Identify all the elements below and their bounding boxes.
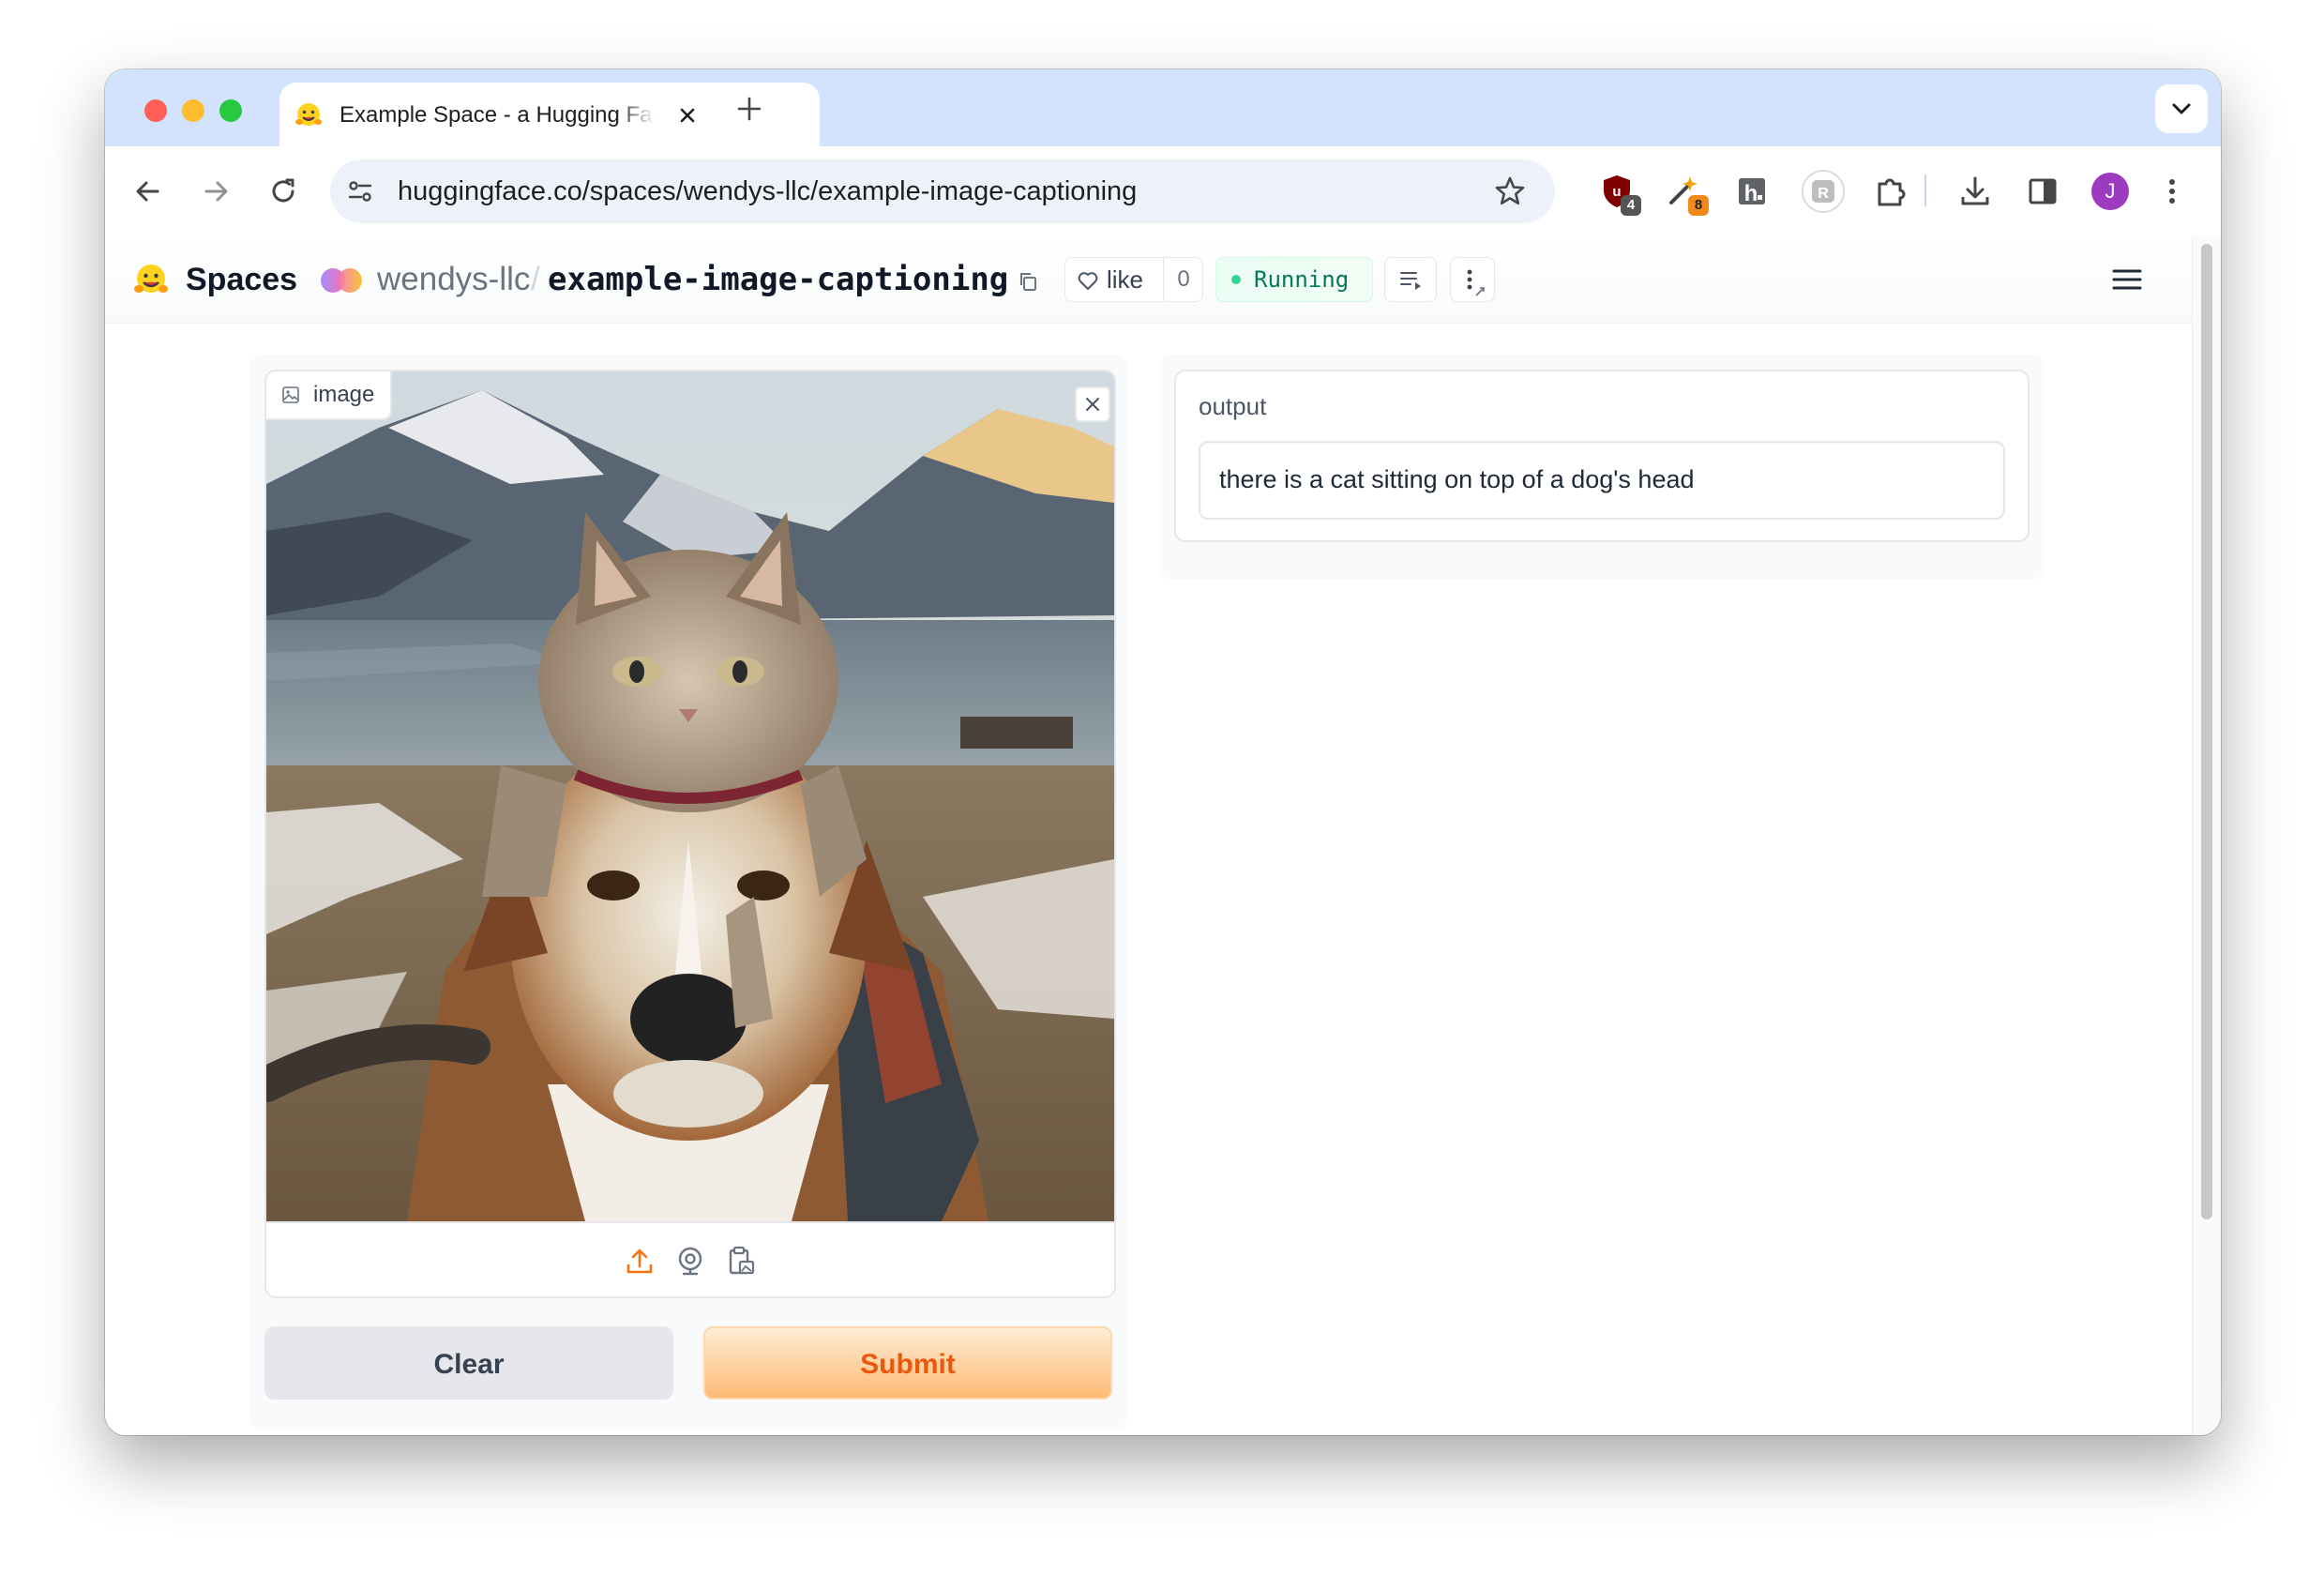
address-bar[interactable]: huggingface.co/spaces/wendys-llc/example… (330, 159, 1555, 223)
path-separator: / (531, 261, 540, 297)
back-icon[interactable] (131, 174, 165, 208)
copy-icon[interactable] (1017, 270, 1039, 293)
wand-extension-icon[interactable]: 8 (1666, 173, 1709, 216)
input-panel: image Clear Submit (249, 355, 1127, 1430)
hugging-face-icon (295, 103, 322, 126)
chevron-down-icon (2172, 103, 2191, 114)
logs-icon (1400, 272, 1421, 290)
webcam-icon[interactable] (673, 1244, 707, 1278)
logs-button[interactable] (1384, 257, 1437, 302)
org-avatar[interactable] (319, 266, 364, 295)
status-label: Running (1254, 266, 1350, 293)
more-options-icon (1467, 269, 1485, 296)
like-label: like (1107, 265, 1144, 294)
new-tab-icon[interactable] (735, 95, 763, 123)
close-window-button[interactable] (144, 99, 167, 122)
status-dot (1231, 275, 1241, 284)
image-label: image (266, 371, 392, 420)
minimize-window-button[interactable] (182, 99, 204, 122)
image-label-text: image (313, 382, 375, 407)
remove-image-button[interactable] (1075, 386, 1110, 422)
hf-header: Spaces wendys-llc / example-image-captio… (105, 236, 2193, 324)
output-label: output (1199, 392, 1267, 420)
extension-badge: 8 (1688, 195, 1709, 216)
ublock-shield-icon[interactable]: u 4 (1598, 173, 1641, 216)
tab-bar: Example Space - a Hugging Face Space by … (105, 69, 2221, 146)
uploaded-photo (266, 371, 1114, 1221)
scrollbar-thumb[interactable] (2201, 244, 2212, 1219)
url-text[interactable]: huggingface.co/spaces/wendys-llc/example… (398, 176, 1137, 206)
upload-icon[interactable] (623, 1244, 656, 1278)
toolbar-divider (1924, 174, 1926, 206)
image-icon (282, 386, 299, 403)
svg-text:R: R (1818, 186, 1829, 202)
image-input[interactable]: image (264, 370, 1116, 1298)
output-textbox: output there is a cat sitting on top of … (1174, 370, 2030, 542)
like-count[interactable]: 0 (1163, 258, 1203, 301)
org-link[interactable]: wendys-llc (377, 259, 530, 300)
maximize-window-button[interactable] (219, 99, 242, 122)
extension-badge: 4 (1621, 195, 1641, 216)
hamburger-menu-icon[interactable] (2110, 266, 2144, 293)
space-name[interactable]: example-image-captioning (548, 259, 1008, 300)
tab-search-button[interactable] (2155, 84, 2208, 133)
h-extension-icon[interactable]: h (1733, 173, 1771, 210)
spaces-link[interactable]: Spaces (186, 261, 297, 298)
page-scrollbar[interactable] (2192, 236, 2221, 1435)
browser-window: Example Space - a Hugging Face Space by … (105, 69, 2221, 1435)
close-tab-icon[interactable] (673, 101, 702, 129)
bookmark-star-icon[interactable] (1493, 174, 1527, 208)
clipboard-icon[interactable] (724, 1244, 758, 1278)
grayscale-extension-icon[interactable]: R (1801, 169, 1846, 214)
site-info-icon[interactable] (343, 174, 377, 208)
page-content: Spaces wendys-llc / example-image-captio… (105, 236, 2221, 1435)
space-options-button[interactable] (1450, 257, 1495, 302)
browser-menu-icon[interactable] (2153, 173, 2191, 210)
tab-title: Example Space - a Hugging Face Space by … (340, 102, 655, 128)
status-badge: Running (1215, 257, 1373, 302)
download-icon[interactable] (1956, 173, 1994, 210)
image-source-bar (266, 1221, 1114, 1296)
hugging-face-logo-icon[interactable] (133, 263, 169, 298)
browser-toolbar: huggingface.co/spaces/wendys-llc/example… (105, 146, 2221, 237)
reload-icon[interactable] (266, 174, 300, 208)
output-field[interactable]: there is a cat sitting on top of a dog's… (1199, 441, 2005, 520)
puzzle-icon[interactable] (1872, 173, 1909, 210)
profile-avatar[interactable]: J (2091, 173, 2129, 210)
output-panel: output there is a cat sitting on top of … (1159, 355, 2045, 580)
output-text: there is a cat sitting on top of a dog's… (1219, 465, 1695, 493)
svg-text:u: u (1612, 184, 1621, 200)
forward-icon[interactable] (199, 174, 233, 208)
like-button[interactable]: like 0 (1064, 257, 1203, 302)
close-icon (1086, 398, 1099, 411)
clear-button[interactable]: Clear (264, 1326, 673, 1400)
heart-icon (1078, 272, 1098, 290)
submit-button[interactable]: Submit (703, 1326, 1112, 1400)
svg-text:h: h (1744, 181, 1758, 206)
side-panel-icon[interactable] (2024, 173, 2061, 210)
